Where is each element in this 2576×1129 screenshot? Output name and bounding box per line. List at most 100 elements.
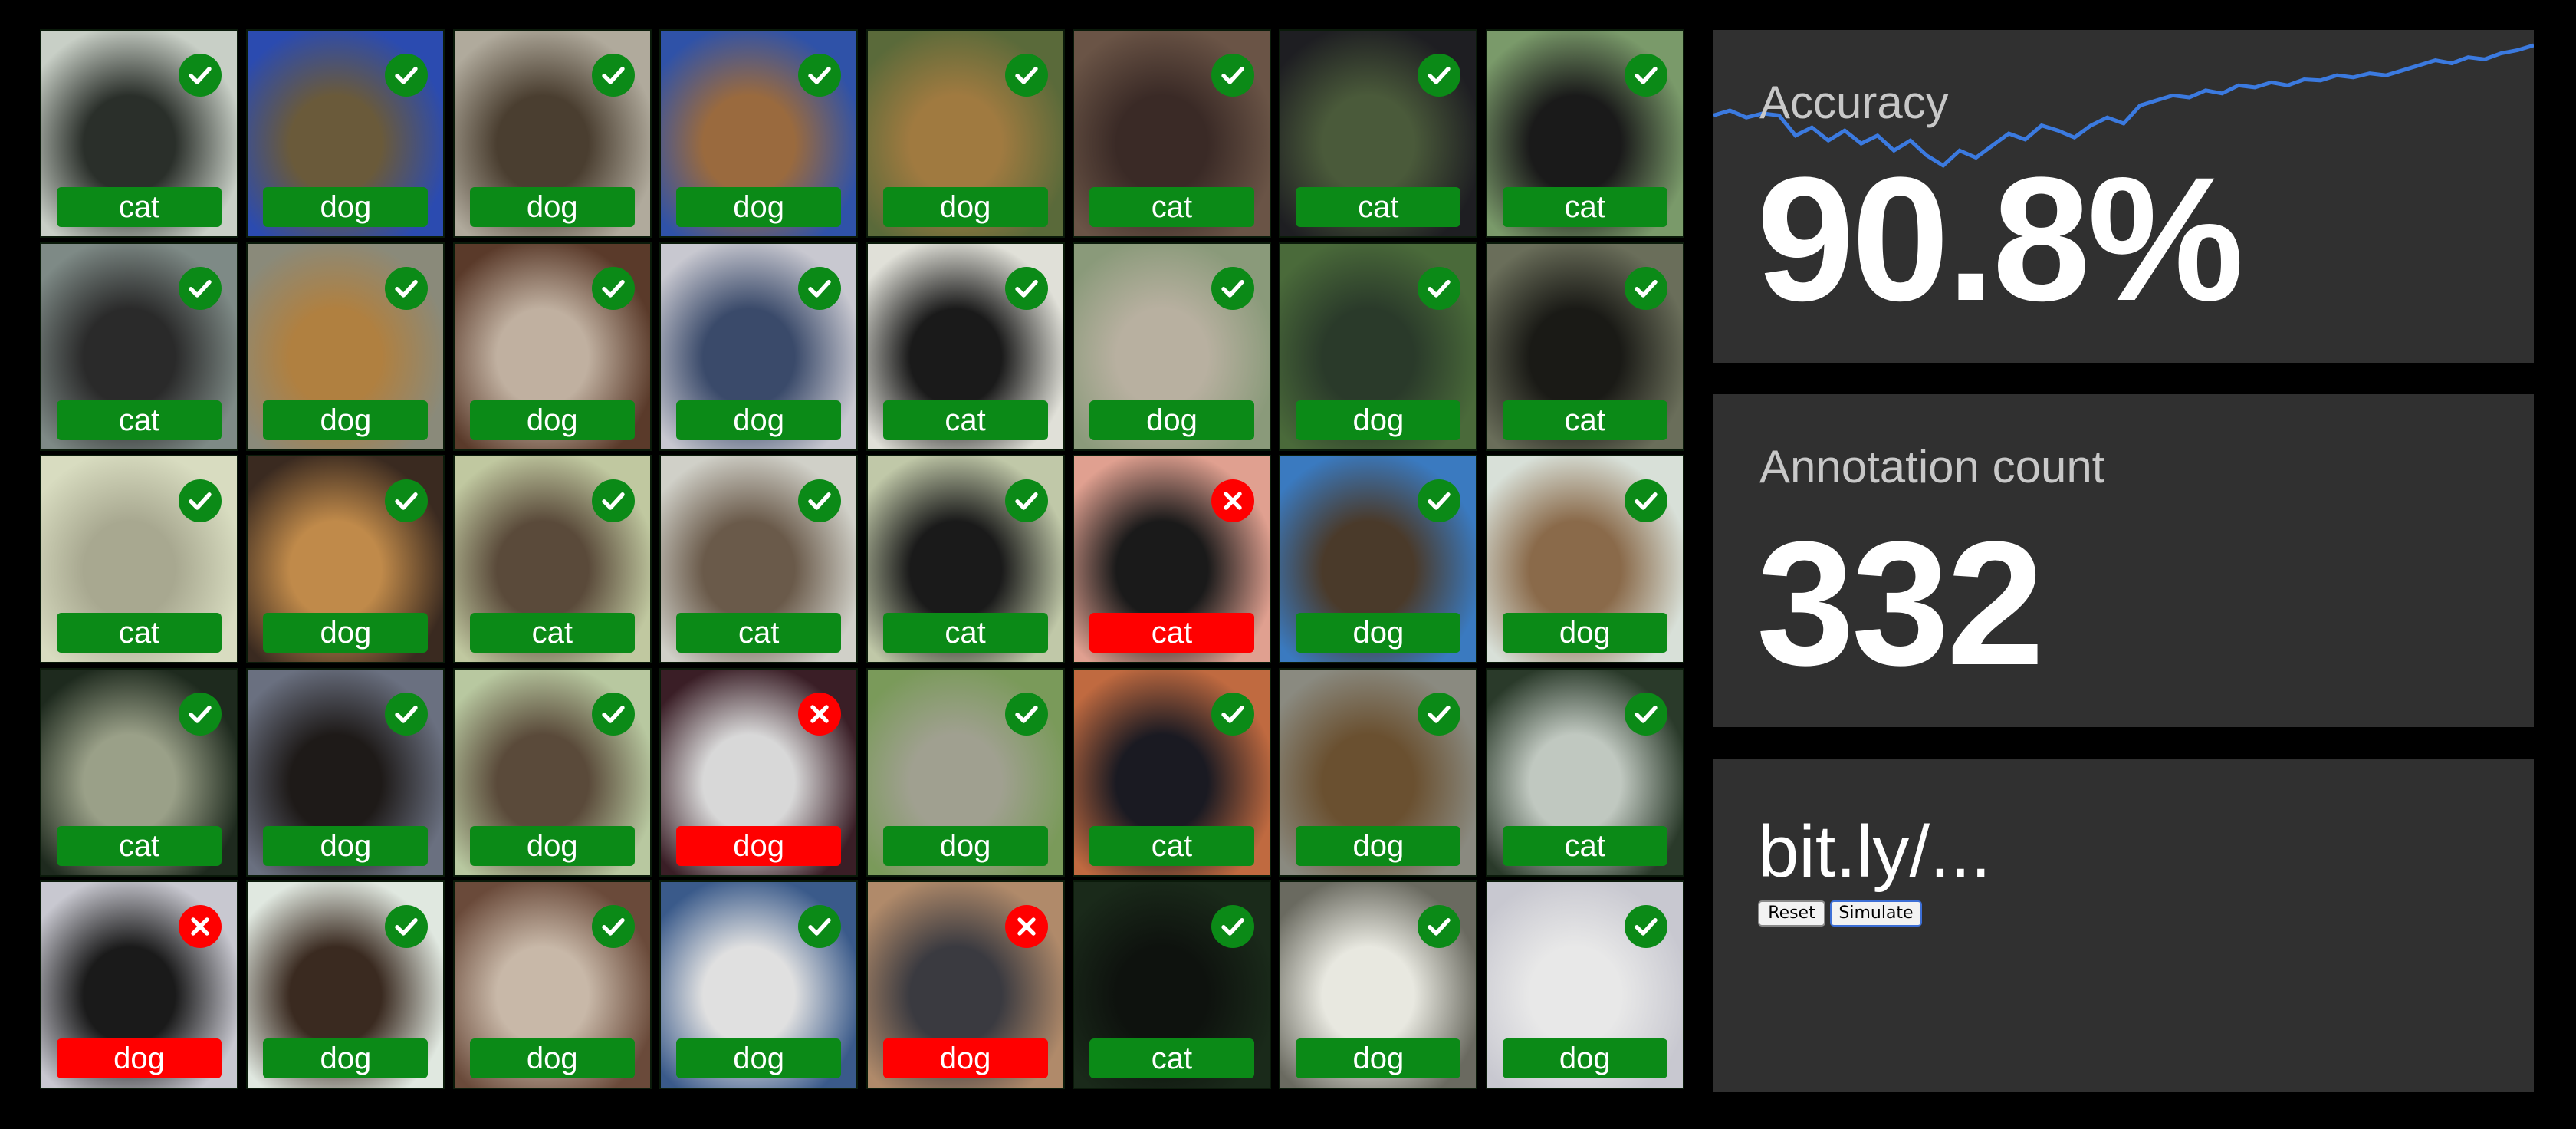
prediction-label: dog	[1502, 1038, 1668, 1078]
prediction-label: dog	[882, 1038, 1048, 1078]
prediction-label: dog	[676, 400, 842, 440]
check-icon	[179, 479, 222, 522]
annotation-count-panel: Annotation count 332	[1714, 394, 2534, 727]
image-tile[interactable]: dog	[1279, 242, 1478, 451]
prediction-label: dog	[1296, 400, 1461, 440]
check-icon	[1004, 54, 1048, 97]
image-tile[interactable]: cat	[1485, 667, 1684, 877]
image-tile[interactable]: dog	[246, 242, 445, 451]
check-icon	[798, 266, 842, 310]
image-tile[interactable]: cat	[1072, 29, 1271, 238]
image-tile[interactable]: cat	[1072, 880, 1271, 1089]
check-icon	[591, 692, 635, 736]
image-tile[interactable]: cat	[1072, 455, 1271, 663]
image-tile[interactable]: dog	[452, 880, 652, 1089]
check-icon	[1004, 692, 1048, 736]
image-tile[interactable]: dog	[659, 880, 859, 1089]
check-icon	[1624, 692, 1668, 736]
check-icon	[179, 266, 222, 310]
check-icon	[798, 905, 842, 948]
image-tile[interactable]: dog	[1279, 667, 1478, 877]
image-tile[interactable]: dog	[246, 455, 445, 663]
reset-button[interactable]: Reset	[1758, 900, 1825, 927]
prediction-label: dog	[1089, 400, 1254, 440]
x-icon	[1004, 905, 1048, 948]
image-tile[interactable]: dog	[246, 880, 445, 1089]
check-icon	[591, 266, 635, 310]
check-icon	[1211, 54, 1254, 97]
check-icon	[1624, 266, 1668, 310]
prediction-label: dog	[469, 825, 635, 866]
image-tile[interactable]: dog	[246, 667, 445, 877]
check-icon	[385, 692, 429, 736]
image-tile[interactable]: cat	[866, 242, 1065, 451]
image-tile[interactable]: cat	[1485, 29, 1684, 238]
check-icon	[179, 54, 222, 97]
check-icon	[1004, 266, 1048, 310]
prediction-label: dog	[263, 400, 429, 440]
image-tile[interactable]: cat	[40, 242, 238, 451]
image-grid: cat dog dog dog dog cat cat cat cat dog dog dog cat d…	[40, 29, 1684, 1089]
check-icon	[385, 54, 429, 97]
image-tile[interactable]: cat	[866, 455, 1065, 663]
accuracy-title: Accuracy	[1760, 77, 1949, 128]
image-tile[interactable]: dog	[1279, 880, 1478, 1089]
image-tile[interactable]: dog	[452, 242, 652, 451]
image-tile[interactable]: dog	[866, 29, 1065, 238]
prediction-label: dog	[1502, 613, 1668, 653]
check-icon	[798, 479, 842, 522]
prediction-label: cat	[1296, 187, 1461, 227]
prediction-label: dog	[469, 187, 635, 227]
image-tile[interactable]: cat	[40, 455, 238, 663]
image-tile[interactable]: cat	[40, 667, 238, 877]
check-icon	[1418, 905, 1461, 948]
check-icon	[798, 54, 842, 97]
image-tile[interactable]: dog	[659, 667, 859, 877]
image-tile[interactable]: cat	[1485, 242, 1684, 451]
check-icon	[1624, 54, 1668, 97]
image-tile[interactable]: cat	[1072, 667, 1271, 877]
annotation-count-title: Annotation count	[1760, 441, 2105, 492]
prediction-label: cat	[57, 400, 222, 440]
image-tile[interactable]: dog	[452, 667, 652, 877]
image-tile[interactable]: dog	[246, 29, 445, 238]
prediction-label: dog	[263, 187, 429, 227]
image-tile[interactable]: dog	[866, 880, 1065, 1089]
image-tile[interactable]: dog	[866, 667, 1065, 877]
prediction-label: dog	[882, 825, 1048, 866]
prediction-label: cat	[1089, 1038, 1254, 1078]
check-icon	[1418, 54, 1461, 97]
image-tile[interactable]: dog	[452, 29, 652, 238]
prediction-label: cat	[882, 400, 1048, 440]
image-tile[interactable]: cat	[40, 29, 238, 238]
image-tile[interactable]: dog	[40, 880, 238, 1089]
prediction-label: dog	[469, 400, 635, 440]
x-icon	[798, 692, 842, 736]
simulate-button[interactable]: Simulate	[1830, 900, 1922, 927]
short-link-text: bit.ly/...	[1758, 811, 1992, 893]
prediction-label: cat	[469, 613, 635, 653]
check-icon	[1624, 479, 1668, 522]
prediction-label: cat	[1502, 400, 1668, 440]
prediction-label: cat	[1089, 825, 1254, 866]
prediction-label: dog	[57, 1038, 222, 1078]
prediction-label: cat	[57, 187, 222, 227]
image-tile[interactable]: dog	[659, 242, 859, 451]
prediction-label: dog	[676, 1038, 842, 1078]
image-tile[interactable]: dog	[1485, 455, 1684, 663]
link-panel: bit.ly/... Reset Simulate	[1714, 759, 2534, 1092]
prediction-label: cat	[57, 825, 222, 866]
image-tile[interactable]: cat	[452, 455, 652, 663]
image-tile[interactable]: cat	[1279, 29, 1478, 238]
prediction-label: cat	[676, 613, 842, 653]
prediction-label: cat	[57, 613, 222, 653]
prediction-label: dog	[676, 187, 842, 227]
accuracy-panel: Accuracy 90.8%	[1714, 30, 2534, 363]
image-tile[interactable]: dog	[1279, 455, 1478, 663]
image-tile[interactable]: dog	[659, 29, 859, 238]
image-tile[interactable]: dog	[1072, 242, 1271, 451]
image-tile[interactable]: dog	[1485, 880, 1684, 1089]
image-tile[interactable]: cat	[659, 455, 859, 663]
check-icon	[1211, 905, 1254, 948]
check-icon	[1624, 905, 1668, 948]
